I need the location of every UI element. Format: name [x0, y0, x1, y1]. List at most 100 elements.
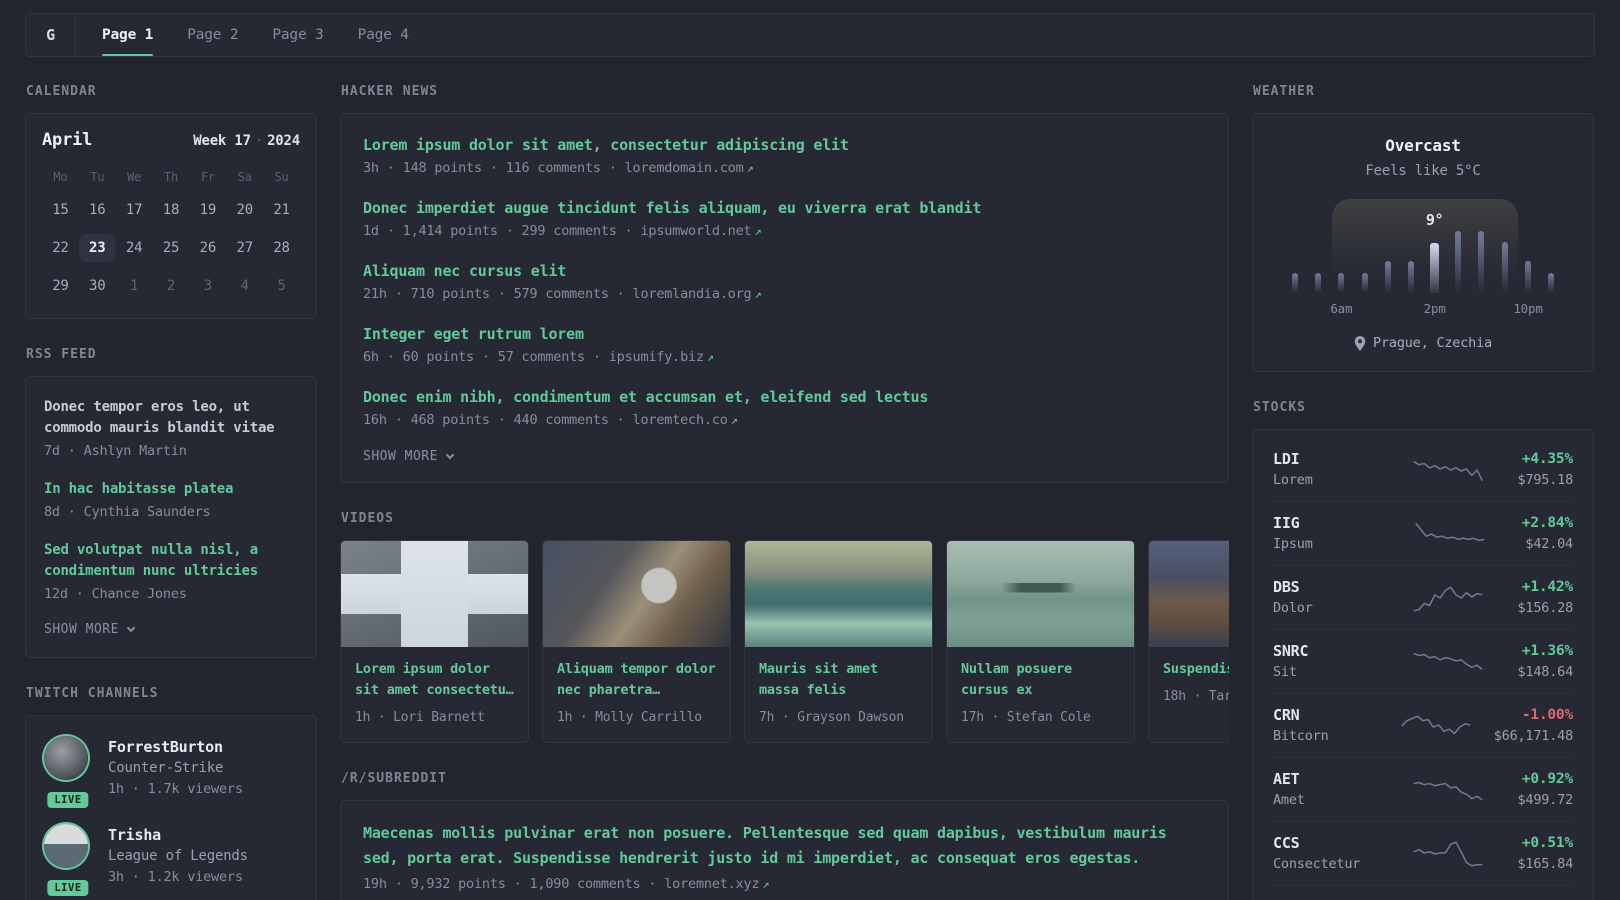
calendar-day-selected: 23	[79, 234, 116, 262]
stock-right: +0.51% $165.84	[1518, 833, 1574, 874]
sparkline-chart	[1413, 840, 1483, 867]
nav-tabs: Page 1 Page 2 Page 3 Page 4	[76, 14, 409, 56]
video-card[interactable]: Mauris sit amet massa felis 7h · Grayson …	[744, 540, 933, 743]
stock-ticker: CRN	[1273, 706, 1300, 724]
video-title[interactable]: Nullam posuere cursus ex	[961, 659, 1120, 701]
weather-bar-slot	[1376, 231, 1399, 293]
calendar-header: April Week 17 · 2024	[42, 130, 300, 150]
calendar-card: April Week 17 · 2024 Mo Tu We Th Fr Sa Su 15 16 17 1…	[25, 113, 317, 319]
calendar-day: 30	[89, 278, 106, 294]
subreddit-section-title: /R/SUBREDDIT	[341, 771, 447, 786]
twitch-channel-row[interactable]: LIVE Trisha League of Legends 3h · 1.2k vie…	[44, 824, 298, 896]
hacker-news-item: Donec enim nibh, condimentum et accumsan…	[363, 386, 1206, 430]
rss-item-title[interactable]: In hac habitasse platea	[44, 479, 298, 500]
weather-section: WEATHER Overcast Feels like 5°C 9° 6am 2p…	[1252, 84, 1594, 372]
tab-page-4[interactable]: Page 4	[358, 14, 409, 56]
hacker-news-item-title[interactable]: Integer eget rutrum lorem	[363, 323, 1206, 345]
tab-page-2[interactable]: Page 2	[187, 14, 238, 56]
calendar-week-label: Week 17	[193, 133, 251, 149]
hacker-news-item-meta: 21h · 710 points · 579 comments · loreml…	[363, 286, 762, 302]
avatar	[44, 736, 88, 780]
hacker-news-item-title[interactable]: Donec enim nibh, condimentum et accumsan…	[363, 386, 1206, 408]
video-card[interactable]: Suspendisse diam 18h · Tara	[1148, 540, 1229, 743]
hacker-news-item-title[interactable]: Lorem ipsum dolor sit amet, consectetur …	[363, 134, 1206, 156]
video-title[interactable]: Suspendisse diam	[1163, 659, 1229, 680]
stock-price: $66,171.48	[1493, 728, 1573, 744]
stock-change: +1.36%	[1521, 643, 1573, 659]
weather-bar-slot	[1470, 231, 1493, 293]
hacker-news-item-title[interactable]: Donec imperdiet augue tincidunt felis al…	[363, 197, 1206, 219]
stock-name: Bitcorn	[1273, 728, 1329, 744]
weather-condition: Overcast	[1385, 136, 1461, 155]
calendar-grid: Mo Tu We Th Fr Sa Su 15 16 17 18 19 20 21 22 23 24 25 26 27…	[42, 168, 300, 300]
video-card[interactable]: Lorem ipsum dolor sit amet consectetu… 1h…	[340, 540, 529, 743]
video-title[interactable]: Lorem ipsum dolor sit amet consectetu…	[355, 659, 514, 701]
calendar-weekday-header: Mo	[53, 170, 68, 184]
weather-bar	[1454, 231, 1461, 293]
hacker-news-item: Aliquam nec cursus elit 21h · 710 points …	[363, 260, 1206, 304]
calendar-weekday-header: Fr	[200, 170, 215, 184]
rss-item-title[interactable]: Donec tempor eros leo, ut commodo mauris…	[44, 397, 298, 439]
stock-name: Ipsum	[1273, 536, 1313, 552]
app-logo[interactable]: G	[26, 14, 76, 56]
rss-section: RSS FEED Donec tempor eros leo, ut commo…	[25, 347, 317, 658]
hacker-news-item-meta: 6h · 60 points · 57 comments · ipsumify.…	[363, 349, 714, 365]
rss-card: Donec tempor eros leo, ut commodo mauris…	[25, 376, 317, 658]
stock-row[interactable]: LDI Lorem +4.35% $795.18	[1273, 438, 1573, 501]
hacker-news-show-more-button[interactable]: SHOW MORE	[363, 449, 1206, 464]
left-column: CALENDAR April Week 17 · 2024 Mo Tu We Th Fr Sa…	[25, 84, 317, 900]
stock-change: -1.00%	[1521, 707, 1573, 723]
stock-row[interactable]: SNRC Sit +1.36% $148.64	[1273, 629, 1573, 693]
hacker-news-item: Integer eget rutrum lorem 6h · 60 points …	[363, 323, 1206, 367]
tab-page-3[interactable]: Page 3	[272, 14, 323, 56]
rss-item: In hac habitasse platea 8d · Cynthia Saun…	[44, 479, 298, 522]
stock-row[interactable]: CRN Bitcorn -1.00% $66,171.48	[1273, 693, 1573, 757]
calendar-day: 18	[162, 202, 180, 218]
stock-right: +0.92% $499.72	[1518, 769, 1574, 810]
sparkline-chart	[1415, 522, 1485, 541]
stock-row[interactable]: AHS+0.46%	[1273, 885, 1573, 900]
subreddit-post-meta: 19h · 9,932 points · 1,090 comments · lo…	[363, 874, 1206, 894]
stock-name: Lorem	[1273, 472, 1313, 488]
weather-bars	[1283, 231, 1563, 293]
stock-right: -1.00% $66,171.48	[1494, 705, 1573, 746]
twitch-card: LIVE ForrestBurton Counter-Strike 1h · 1.7k…	[25, 715, 317, 900]
weather-bar-slot	[1353, 231, 1376, 293]
stock-name: Sit	[1273, 664, 1297, 680]
subreddit-post-title[interactable]: Maecenas mollis pulvinar erat non posuer…	[363, 821, 1206, 871]
stock-left: LDI Lorem	[1273, 449, 1379, 490]
stock-change: +2.84%	[1521, 515, 1573, 531]
rss-item-meta: 8d · Cynthia Saunders	[44, 504, 211, 520]
video-title[interactable]: Mauris sit amet massa felis	[759, 659, 918, 701]
video-meta: 18h · Tara	[1163, 689, 1229, 704]
hacker-news-item-title[interactable]: Aliquam nec cursus elit	[363, 260, 1206, 282]
rss-item-title[interactable]: Sed volutpat nulla nisl, a condimentum n…	[44, 540, 298, 582]
videos-section-title: VIDEOS	[341, 511, 394, 526]
weather-section-title: WEATHER	[1253, 84, 1315, 99]
weather-bar	[1291, 272, 1298, 293]
calendar-weekday-header: Su	[274, 170, 289, 184]
stock-right: +2.84% $42.04	[1522, 513, 1573, 554]
weather-bar-current	[1430, 242, 1440, 293]
calendar-weekday-header: Tu	[90, 170, 105, 184]
video-card[interactable]: Nullam posuere cursus ex 17h · Stefan Col…	[946, 540, 1135, 743]
stock-name: Amet	[1273, 792, 1305, 808]
avatar	[44, 824, 88, 868]
stock-row[interactable]: IIG Ipsum +2.84% $42.04	[1273, 501, 1573, 565]
weather-current-temp: 9°	[1425, 210, 1444, 229]
video-card[interactable]: Aliquam tempor dolor nec pharetra… 1h · M…	[542, 540, 731, 743]
stock-row[interactable]: CCS Consectetur +0.51% $165.84	[1273, 821, 1573, 885]
stock-price: $795.18	[1517, 472, 1574, 488]
video-title[interactable]: Aliquam tempor dolor nec pharetra…	[557, 659, 716, 701]
rss-show-more-button[interactable]: SHOW MORE	[44, 622, 298, 637]
middle-column: HACKER NEWS Lorem ipsum dolor sit amet, …	[340, 84, 1229, 900]
tab-page-1[interactable]: Page 1	[102, 14, 153, 56]
weather-bar-slot	[1283, 231, 1306, 293]
calendar-day: 15	[52, 202, 69, 218]
weather-bar	[1361, 272, 1368, 293]
stock-sparkline	[1379, 775, 1518, 805]
stock-row[interactable]: AET Amet +0.92% $499.72	[1273, 757, 1573, 821]
twitch-channel-row[interactable]: LIVE ForrestBurton Counter-Strike 1h · 1.7k…	[44, 736, 298, 808]
stock-row[interactable]: DBS Dolor +1.42% $156.28	[1273, 565, 1573, 629]
external-link-icon: ↗	[754, 224, 762, 238]
